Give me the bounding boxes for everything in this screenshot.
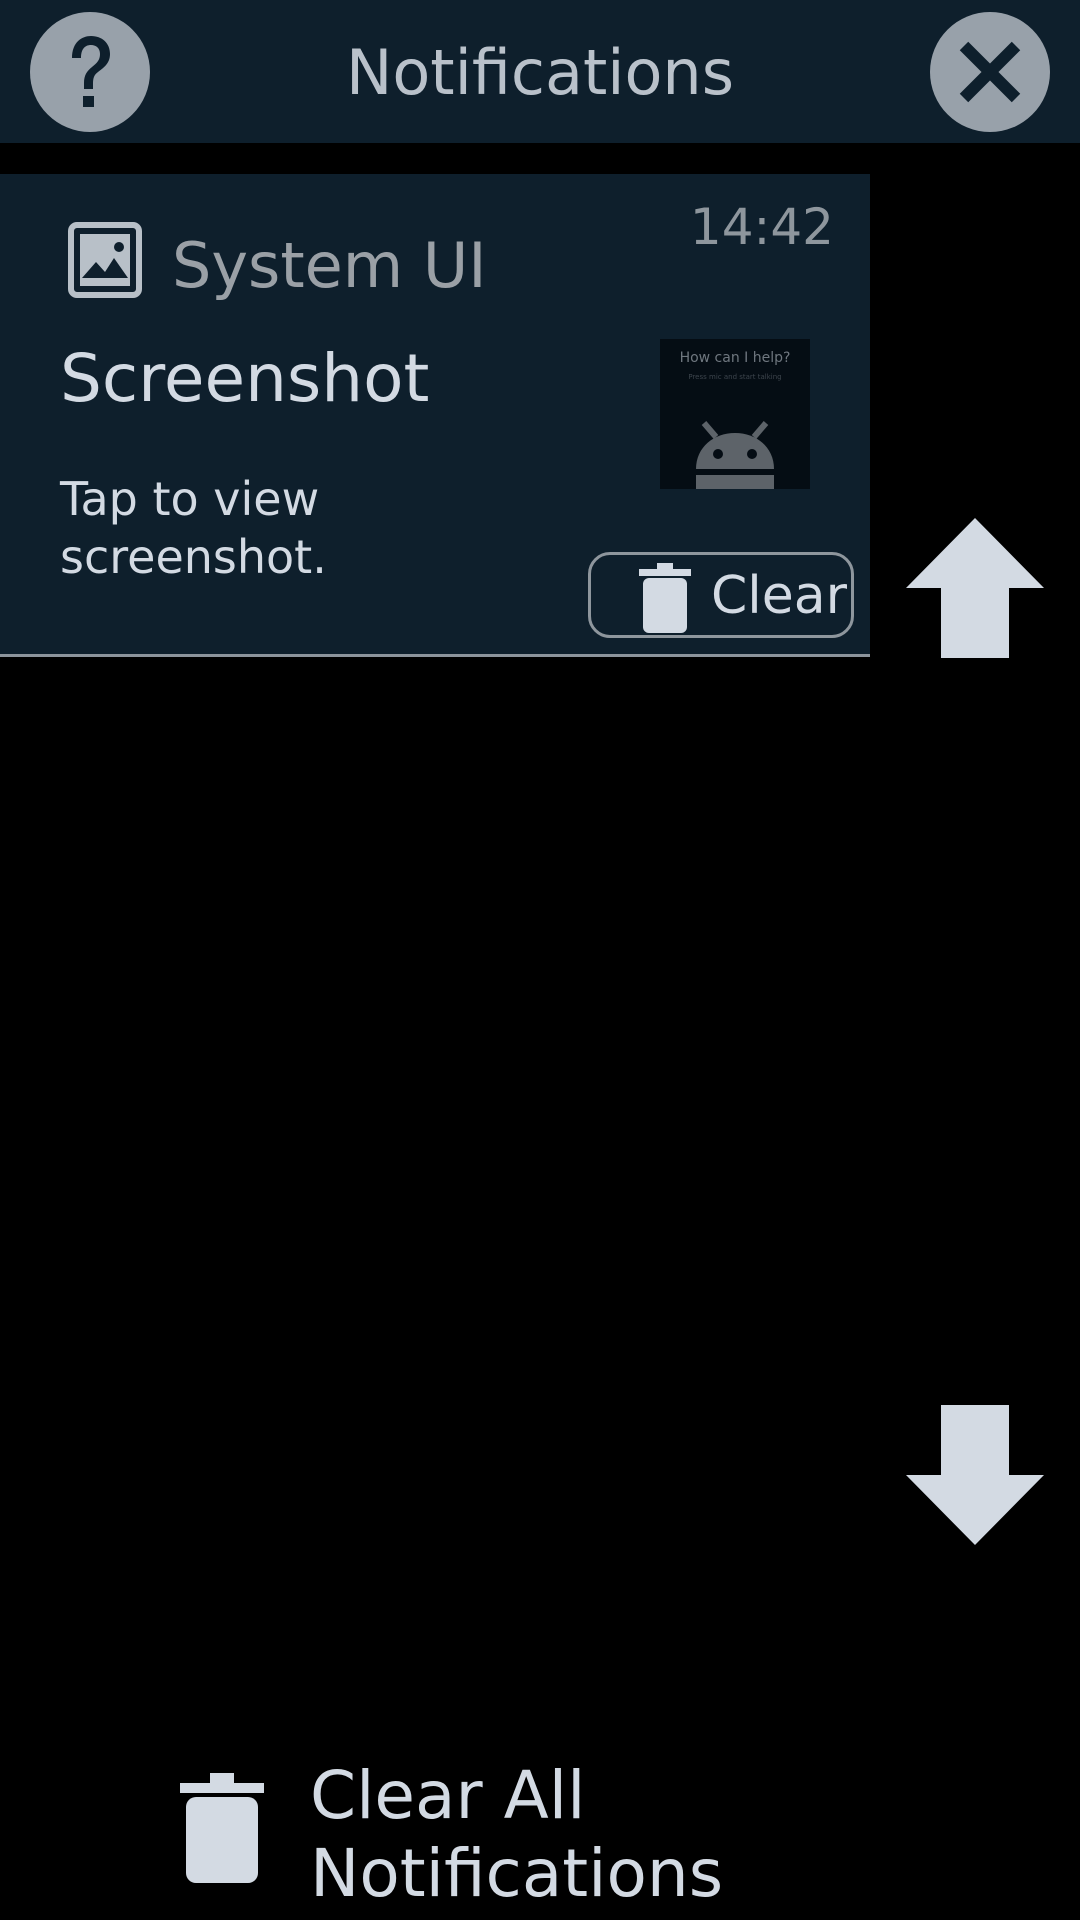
notification-card[interactable]: System UI 14:42 Screenshot Tap to view s…: [0, 174, 870, 657]
close-icon: [959, 41, 1021, 103]
notification-title: Screenshot: [60, 340, 430, 417]
trash-icon: [639, 563, 691, 633]
arrow-up-icon[interactable]: [906, 518, 1044, 658]
notifications-header: Notifications: [0, 0, 1080, 143]
image-icon: [68, 222, 142, 298]
help-button[interactable]: [30, 12, 150, 132]
clear-all-label: Clear All Notifications: [310, 1757, 724, 1912]
notification-text: Tap to view screenshot.: [60, 472, 327, 584]
android-robot-icon: [696, 421, 774, 489]
clear-label: Clear: [711, 566, 847, 626]
clear-all-button[interactable]: Clear All Notifications: [170, 1745, 730, 1915]
trash-icon: [180, 1773, 264, 1883]
notification-app-name: System UI: [172, 229, 487, 302]
question-icon: [72, 36, 110, 107]
arrow-down-icon[interactable]: [906, 1405, 1044, 1545]
page-title: Notifications: [345, 36, 735, 109]
screenshot-thumbnail[interactable]: How can I help? Press mic and start talk…: [660, 339, 810, 489]
close-button[interactable]: [930, 12, 1050, 132]
clear-notification-button[interactable]: Clear: [588, 552, 854, 638]
notification-time: 14:42: [689, 198, 834, 256]
